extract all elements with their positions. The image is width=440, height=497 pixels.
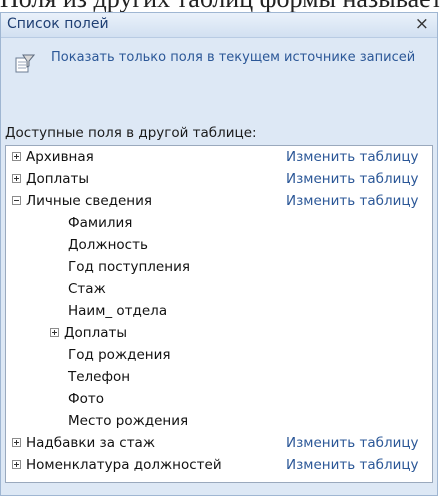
collapse-minus-icon[interactable]	[12, 196, 21, 205]
show-only-current-link[interactable]: Показать только поля в текущем источнике…	[51, 49, 416, 67]
field-item[interactable]: Год рождения	[68, 344, 170, 366]
edit-table-link[interactable]: Изменить таблицу	[286, 432, 419, 454]
expand-plus-icon[interactable]	[12, 438, 21, 447]
available-fields-label: Доступные поля в другой таблице:	[5, 125, 257, 141]
pane-title: Список полей	[7, 16, 109, 32]
field-item[interactable]: Фамилия	[68, 212, 132, 234]
field-label[interactable]: Доплаты	[64, 322, 127, 344]
field-list-icon	[15, 54, 35, 73]
close-icon[interactable]: ×	[415, 14, 429, 34]
field-item[interactable]: Должность	[68, 234, 148, 256]
expand-plus-icon[interactable]	[12, 174, 21, 183]
expand-plus-icon[interactable]	[12, 460, 21, 469]
field-item[interactable]: Фото	[68, 388, 104, 410]
edit-table-link[interactable]: Изменить таблицу	[286, 454, 419, 476]
show-only-current-option[interactable]: Показать только поля в текущем источнике…	[11, 47, 431, 95]
table-label[interactable]: Архивная	[26, 146, 94, 168]
edit-table-link[interactable]: Изменить таблицу	[286, 168, 419, 190]
table-label[interactable]: Надбавки за стаж	[26, 432, 155, 454]
table-label[interactable]: Номенклатура должностей	[26, 454, 222, 476]
expand-plus-icon[interactable]	[50, 328, 59, 337]
pane-header: Список полей ×	[1, 13, 437, 38]
field-tree[interactable]: Архивная Изменить таблицу Доплаты Измени…	[5, 145, 433, 483]
field-item[interactable]: Наим_ отдела	[68, 300, 167, 322]
field-item[interactable]: Место рождения	[68, 410, 188, 432]
edit-table-link[interactable]: Изменить таблицу	[286, 146, 419, 168]
field-list-pane: Список полей × Показать только поля в те…	[0, 12, 438, 496]
field-item[interactable]: Телефон	[68, 366, 130, 388]
field-item[interactable]: Стаж	[68, 278, 106, 300]
table-label[interactable]: Личные сведения	[26, 190, 152, 212]
field-item[interactable]: Год поступления	[68, 256, 190, 278]
expand-plus-icon[interactable]	[12, 152, 21, 161]
edit-table-link[interactable]: Изменить таблицу	[286, 190, 419, 212]
table-label[interactable]: Доплаты	[26, 168, 89, 190]
clipped-document-heading: Поля из других таблиц формы называется с…	[0, 0, 440, 12]
